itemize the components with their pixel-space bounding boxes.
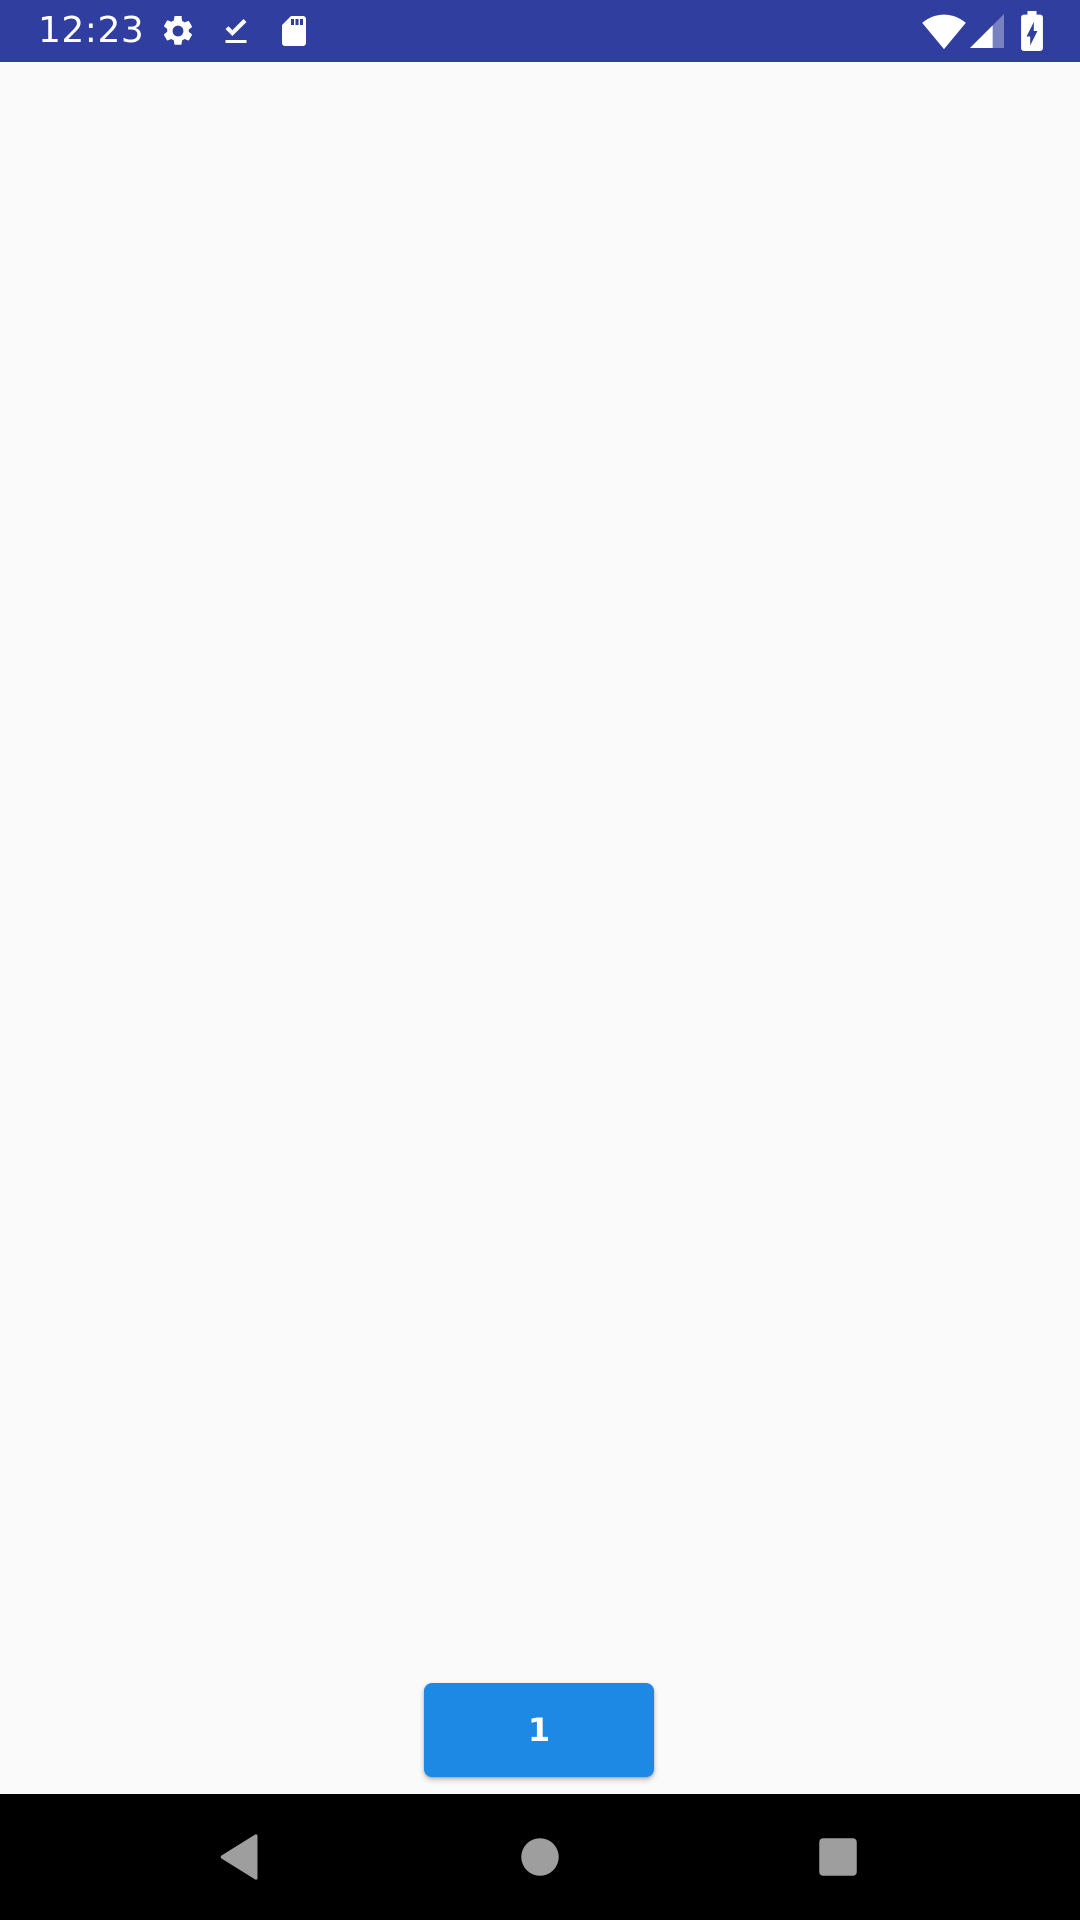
main-content <box>0 62 1080 1794</box>
back-icon[interactable] <box>210 1827 270 1887</box>
battery-charging-icon <box>1020 11 1044 51</box>
download-done-icon <box>218 13 254 49</box>
status-time: 12:23 <box>38 10 145 51</box>
wifi-icon <box>922 11 966 51</box>
navigation-bar <box>0 1794 1080 1920</box>
cell-signal-icon <box>970 14 1004 48</box>
recents-icon[interactable] <box>808 1827 868 1887</box>
gear-icon <box>160 13 196 49</box>
home-icon[interactable] <box>510 1827 570 1887</box>
primary-action-button[interactable]: 1 <box>424 1683 654 1777</box>
sd-card-icon <box>276 13 312 49</box>
status-bar: 12:23 <box>0 0 1080 62</box>
app-screen: 12:23 1 <box>0 0 1080 1920</box>
